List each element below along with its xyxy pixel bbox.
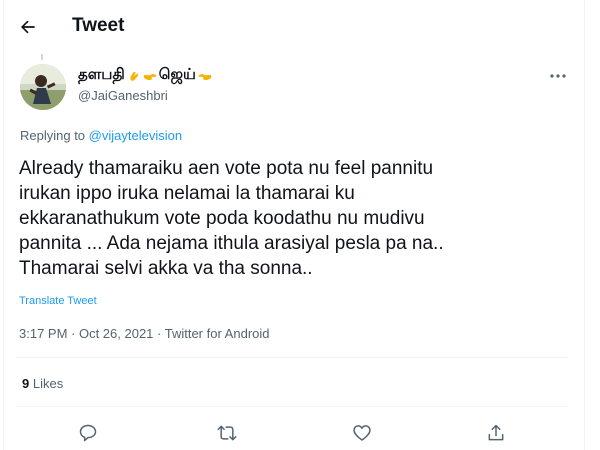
- action-bar: [0, 420, 600, 446]
- page-title: Tweet: [72, 15, 125, 36]
- likes-count[interactable]: 9 Likes: [22, 376, 63, 391]
- thread-connector: [41, 54, 43, 60]
- tweet-line: Already thamaraiku aen vote pota nu feel…: [19, 158, 434, 179]
- header: Tweet: [0, 0, 600, 54]
- tweet-page: Tweet தளபதி ஜெய் @JaiGaneshbri Replying …: [0, 0, 600, 450]
- author-name-text: தளபதி: [78, 66, 125, 83]
- translate-tweet-link[interactable]: Translate Tweet: [19, 295, 97, 307]
- arrow-left-icon: [20, 20, 35, 34]
- left-border: [3, 0, 4, 450]
- likes-label: Likes: [32, 376, 64, 391]
- tweet-line: irukan ippo iruka nelamai la thamarai ku: [19, 183, 355, 204]
- author-name-suffix: ஜெய்: [158, 66, 196, 83]
- back-button[interactable]: [14, 13, 42, 41]
- avatar-image: [20, 64, 66, 110]
- avatar[interactable]: [20, 64, 66, 110]
- pointing-right-hand-icon: [143, 73, 156, 80]
- author-name[interactable]: தளபதி ஜெய்: [78, 66, 212, 85]
- replying-to: Replying to @vijaytelevision: [20, 128, 182, 143]
- retweet-button[interactable]: [214, 420, 240, 446]
- clapping-hand-icon: [130, 71, 139, 81]
- like-button[interactable]: [349, 420, 375, 446]
- share-icon: [488, 424, 504, 441]
- more-icon: [550, 74, 566, 78]
- replying-prefix: Replying to: [20, 128, 86, 143]
- share-button[interactable]: [483, 420, 509, 446]
- reply-button[interactable]: [75, 420, 101, 446]
- reply-handle-link[interactable]: @vijaytelevision: [89, 128, 182, 143]
- retweet-icon: [217, 425, 237, 441]
- tweet-line: ekkaranathukum vote poda koodathu nu mud…: [19, 208, 425, 229]
- tweet-text: Already thamaraiku aen vote pota nu feel…: [19, 156, 579, 281]
- tweet-line: pannita ... Ada nejama ithula arasiyal p…: [19, 233, 444, 254]
- likes-number: 9: [22, 376, 30, 391]
- pointing-left-hand-icon: [198, 73, 211, 80]
- divider: [16, 357, 568, 358]
- heart-icon: [353, 425, 371, 441]
- divider: [16, 406, 568, 407]
- tweet-timestamp[interactable]: 3:17 PM · Oct 26, 2021 · Twitter for And…: [19, 326, 270, 341]
- reply-icon: [79, 424, 97, 442]
- right-border: [584, 0, 585, 450]
- author-handle[interactable]: @JaiGaneshbri: [78, 88, 168, 103]
- tweet-line: Thamarai selvi akka va tha sonna..: [19, 258, 313, 279]
- more-options-button[interactable]: [546, 66, 570, 86]
